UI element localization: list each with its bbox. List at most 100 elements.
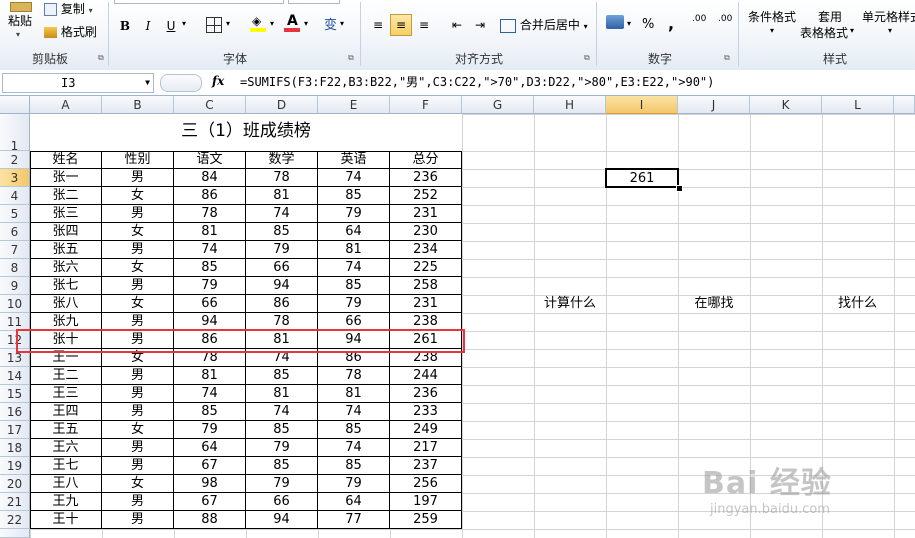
table-cell[interactable]: 男 (102, 331, 174, 349)
decrease-indent-icon[interactable]: ⇤ (446, 14, 468, 36)
table-cell[interactable]: 249 (390, 421, 462, 439)
table-cell[interactable]: 王二 (30, 367, 102, 385)
row-header[interactable]: 6 (0, 223, 30, 241)
table-cell[interactable]: 74 (318, 259, 390, 277)
percent-style-button[interactable]: % (642, 17, 654, 32)
table-cell[interactable]: 78 (246, 313, 318, 331)
table-cell[interactable]: 女 (102, 475, 174, 493)
table-header-cell[interactable]: 语文 (174, 151, 246, 169)
conditional-formatting-button[interactable]: 条件格式 (748, 8, 796, 25)
row-header[interactable]: 8 (0, 259, 30, 277)
table-cell[interactable]: 王四 (30, 403, 102, 421)
table-cell[interactable]: 197 (390, 493, 462, 511)
table-cell[interactable]: 王一 (30, 349, 102, 367)
table-cell[interactable]: 78 (174, 205, 246, 223)
format-painter-button[interactable]: 格式刷 (44, 23, 97, 40)
table-cell[interactable]: 女 (102, 259, 174, 277)
row-header[interactable]: 20 (0, 475, 30, 493)
row-header[interactable]: 16 (0, 403, 30, 421)
table-cell[interactable]: 张七 (30, 277, 102, 295)
chevron-down-icon[interactable]: ▾ (850, 26, 854, 35)
table-cell[interactable]: 85 (174, 259, 246, 277)
font-color-icon[interactable]: A (284, 13, 300, 32)
table-cell[interactable]: 79 (174, 421, 246, 439)
table-cell[interactable]: 231 (390, 295, 462, 313)
table-cell[interactable]: 261 (390, 331, 462, 349)
table-cell[interactable]: 252 (390, 187, 462, 205)
row-header[interactable]: 3 (0, 169, 30, 187)
bold-button[interactable]: B (114, 15, 136, 37)
table-cell[interactable]: 85 (318, 277, 390, 295)
table-cell[interactable]: 230 (390, 223, 462, 241)
chevron-down-icon[interactable]: ▾ (888, 26, 892, 35)
table-cell[interactable]: 244 (390, 367, 462, 385)
format-as-table-label-2[interactable]: 表格格式 (800, 24, 848, 41)
accounting-format-icon[interactable] (606, 15, 624, 29)
table-cell[interactable]: 77 (318, 511, 390, 529)
table-cell[interactable]: 79 (246, 439, 318, 457)
borders-icon[interactable] (206, 17, 222, 33)
table-cell[interactable]: 79 (318, 295, 390, 313)
column-header[interactable]: C (174, 96, 246, 114)
row-header[interactable]: 12 (0, 331, 30, 349)
table-cell[interactable]: 78 (174, 349, 246, 367)
row-header[interactable]: 18 (0, 439, 30, 457)
table-cell[interactable]: 张九 (30, 313, 102, 331)
table-cell[interactable]: 王三 (30, 385, 102, 403)
table-cell[interactable]: 238 (390, 349, 462, 367)
decrease-decimal-button[interactable]: .00 (718, 14, 732, 24)
align-left-icon[interactable]: ≡ (367, 14, 389, 36)
italic-button[interactable]: I (137, 15, 159, 37)
table-cell[interactable]: 81 (246, 385, 318, 403)
table-cell[interactable]: 张十 (30, 331, 102, 349)
table-cell[interactable]: 231 (390, 205, 462, 223)
table-cell[interactable]: 86 (174, 331, 246, 349)
table-cell[interactable]: 64 (318, 493, 390, 511)
table-cell[interactable]: 94 (174, 313, 246, 331)
row-header[interactable]: 11 (0, 313, 30, 331)
table-cell[interactable]: 98 (174, 475, 246, 493)
table-cell[interactable]: 王八 (30, 475, 102, 493)
table-cell[interactable]: 64 (174, 439, 246, 457)
table-cell[interactable]: 258 (390, 277, 462, 295)
row-header[interactable]: 15 (0, 385, 30, 403)
table-cell[interactable]: 81 (318, 385, 390, 403)
table-cell[interactable]: 男 (102, 385, 174, 403)
table-cell[interactable]: 女 (102, 295, 174, 313)
table-cell[interactable]: 79 (246, 241, 318, 259)
table-cell[interactable]: 85 (246, 223, 318, 241)
font-size-box[interactable] (288, 0, 340, 4)
table-cell[interactable]: 217 (390, 439, 462, 457)
table-cell[interactable]: 81 (246, 331, 318, 349)
column-header[interactable]: A (30, 96, 102, 114)
row-header[interactable]: 4 (0, 187, 30, 205)
table-cell[interactable]: 女 (102, 421, 174, 439)
table-cell[interactable]: 85 (318, 421, 390, 439)
table-cell[interactable]: 王十 (30, 511, 102, 529)
table-cell[interactable]: 男 (102, 511, 174, 529)
column-header[interactable] (894, 96, 915, 114)
column-header[interactable]: I (606, 96, 678, 114)
table-cell[interactable]: 男 (102, 439, 174, 457)
table-cell[interactable]: 85 (246, 421, 318, 439)
column-header[interactable]: D (246, 96, 318, 114)
underline-button[interactable]: U (160, 15, 182, 37)
table-cell[interactable]: 74 (318, 403, 390, 421)
formula-input[interactable]: =SUMIFS(F3:F22,B3:B22,"男",C3:C22,">70",D… (240, 73, 714, 91)
row-header[interactable]: 19 (0, 457, 30, 475)
table-cell[interactable]: 男 (102, 169, 174, 187)
table-header-cell[interactable]: 总分 (390, 151, 462, 169)
table-cell[interactable]: 238 (390, 313, 462, 331)
table-cell[interactable]: 74 (246, 205, 318, 223)
row-header[interactable] (0, 529, 30, 538)
table-cell[interactable]: 81 (318, 241, 390, 259)
table-cell[interactable]: 79 (318, 205, 390, 223)
table-cell[interactable]: 男 (102, 277, 174, 295)
row-header[interactable]: 9 (0, 277, 30, 295)
table-cell[interactable]: 86 (318, 349, 390, 367)
row-header[interactable]: 22 (0, 511, 30, 529)
column-header[interactable]: B (102, 96, 174, 114)
table-cell[interactable]: 256 (390, 475, 462, 493)
table-cell[interactable]: 女 (102, 187, 174, 205)
format-as-table-label-1[interactable]: 套用 (818, 8, 842, 25)
